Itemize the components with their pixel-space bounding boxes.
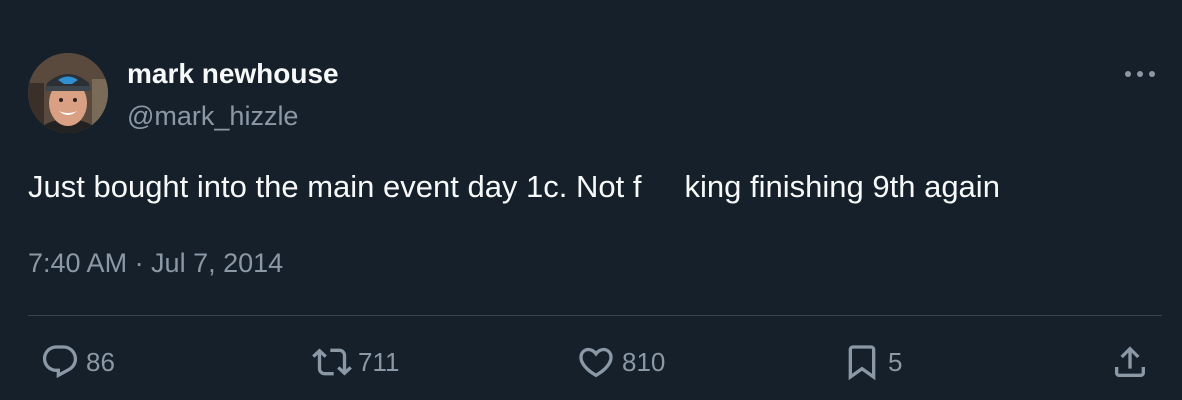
- like-button[interactable]: 810: [576, 340, 665, 384]
- author-display-name[interactable]: mark newhouse: [127, 57, 339, 91]
- heart-icon: [579, 347, 613, 378]
- like-count: 810: [622, 347, 666, 377]
- share-icon: [1115, 346, 1145, 377]
- reply-button[interactable]: 86: [40, 340, 115, 384]
- bookmark-count: 5: [888, 347, 903, 377]
- retweet-icon: [312, 348, 352, 376]
- reply-count: 86: [86, 347, 115, 377]
- divider: [28, 315, 1162, 316]
- more-options-button[interactable]: [1118, 58, 1162, 90]
- tweet-card: mark newhouse @mark_hizzle Just bought i…: [0, 0, 1182, 400]
- share-button[interactable]: [1110, 340, 1150, 384]
- avatar-image: [28, 53, 108, 133]
- more-horizontal-icon: [1125, 71, 1155, 77]
- retweet-button[interactable]: 711: [312, 340, 399, 384]
- bookmark-icon: [848, 345, 876, 381]
- tweet-text: Just bought into the main event day 1c. …: [28, 169, 1000, 204]
- tweet-timestamp[interactable]: 7:40 AM · Jul 7, 2014: [28, 245, 283, 281]
- bookmark-button[interactable]: 5: [842, 340, 902, 384]
- retweet-count: 711: [358, 347, 400, 377]
- reply-icon: [42, 345, 78, 379]
- author-handle[interactable]: @mark_hizzle: [127, 99, 298, 133]
- avatar[interactable]: [28, 53, 108, 133]
